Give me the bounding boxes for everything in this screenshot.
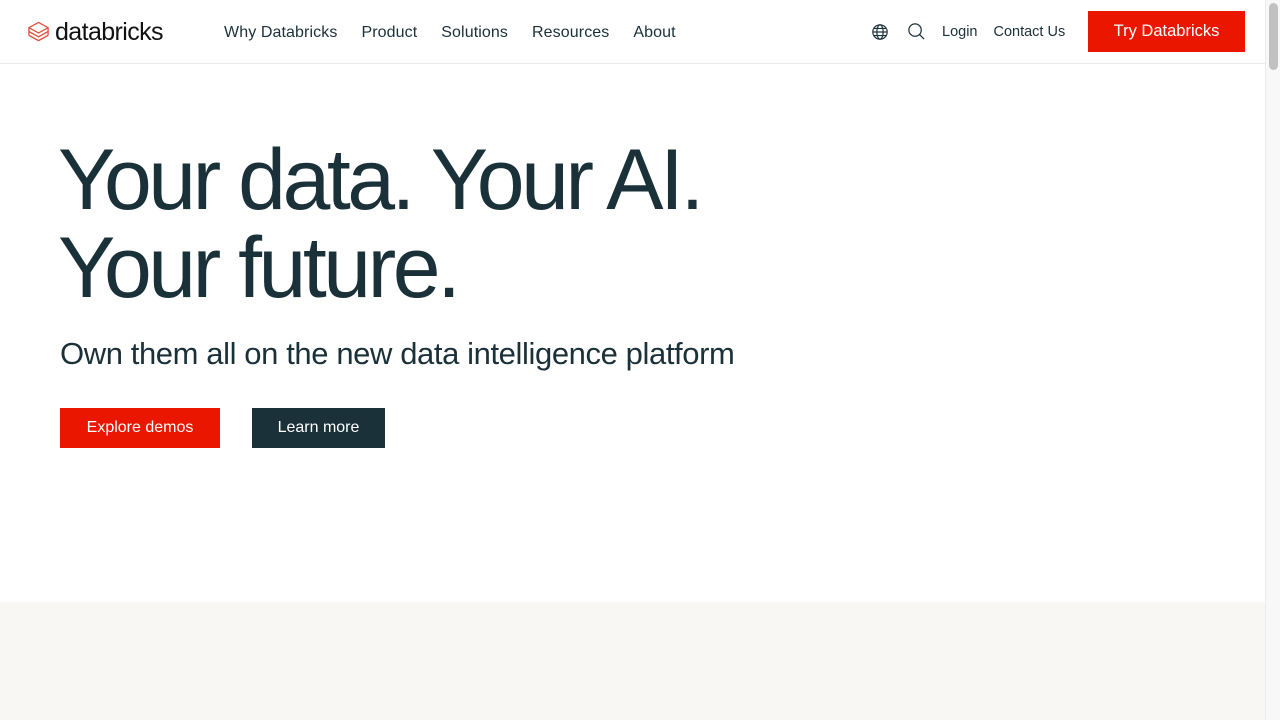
nav-resources[interactable]: Resources xyxy=(532,24,609,42)
globe-icon xyxy=(872,23,888,40)
databricks-logo[interactable]: databricks xyxy=(27,17,164,47)
login-link[interactable]: Login xyxy=(942,24,977,40)
hero-title-line-1: Your data. Your AI. xyxy=(58,132,704,228)
try-databricks-button[interactable]: Try Databricks xyxy=(1088,11,1245,52)
explore-demos-button[interactable]: Explore demos xyxy=(60,408,220,448)
logo-wordmark: databricks xyxy=(55,17,164,46)
nav-why-databricks[interactable]: Why Databricks xyxy=(224,24,337,42)
page-scrollbar[interactable] xyxy=(1265,0,1280,720)
search-icon xyxy=(907,23,925,40)
language-button[interactable] xyxy=(870,22,890,42)
header-tools: Login Contact Us xyxy=(870,11,1065,52)
hero-title: Your data. Your AI. Your future. xyxy=(58,132,704,316)
nav-solutions[interactable]: Solutions xyxy=(441,24,508,42)
scrollbar-thumb[interactable] xyxy=(1269,3,1278,70)
contact-us-link[interactable]: Contact Us xyxy=(993,24,1065,40)
page: databricks Why Databricks Product Soluti… xyxy=(0,0,1265,720)
databricks-logo-icon xyxy=(28,21,49,42)
site-header: databricks Why Databricks Product Soluti… xyxy=(0,0,1265,64)
search-button[interactable] xyxy=(906,22,926,42)
main-nav: Why Databricks Product Solutions Resourc… xyxy=(224,24,676,42)
next-section-band xyxy=(0,602,1265,720)
hero-title-line-2: Your future. xyxy=(58,220,461,316)
hero-subtitle: Own them all on the new data intelligenc… xyxy=(60,336,735,371)
nav-product[interactable]: Product xyxy=(361,24,417,42)
nav-about[interactable]: About xyxy=(633,24,675,42)
learn-more-button[interactable]: Learn more xyxy=(252,408,385,448)
